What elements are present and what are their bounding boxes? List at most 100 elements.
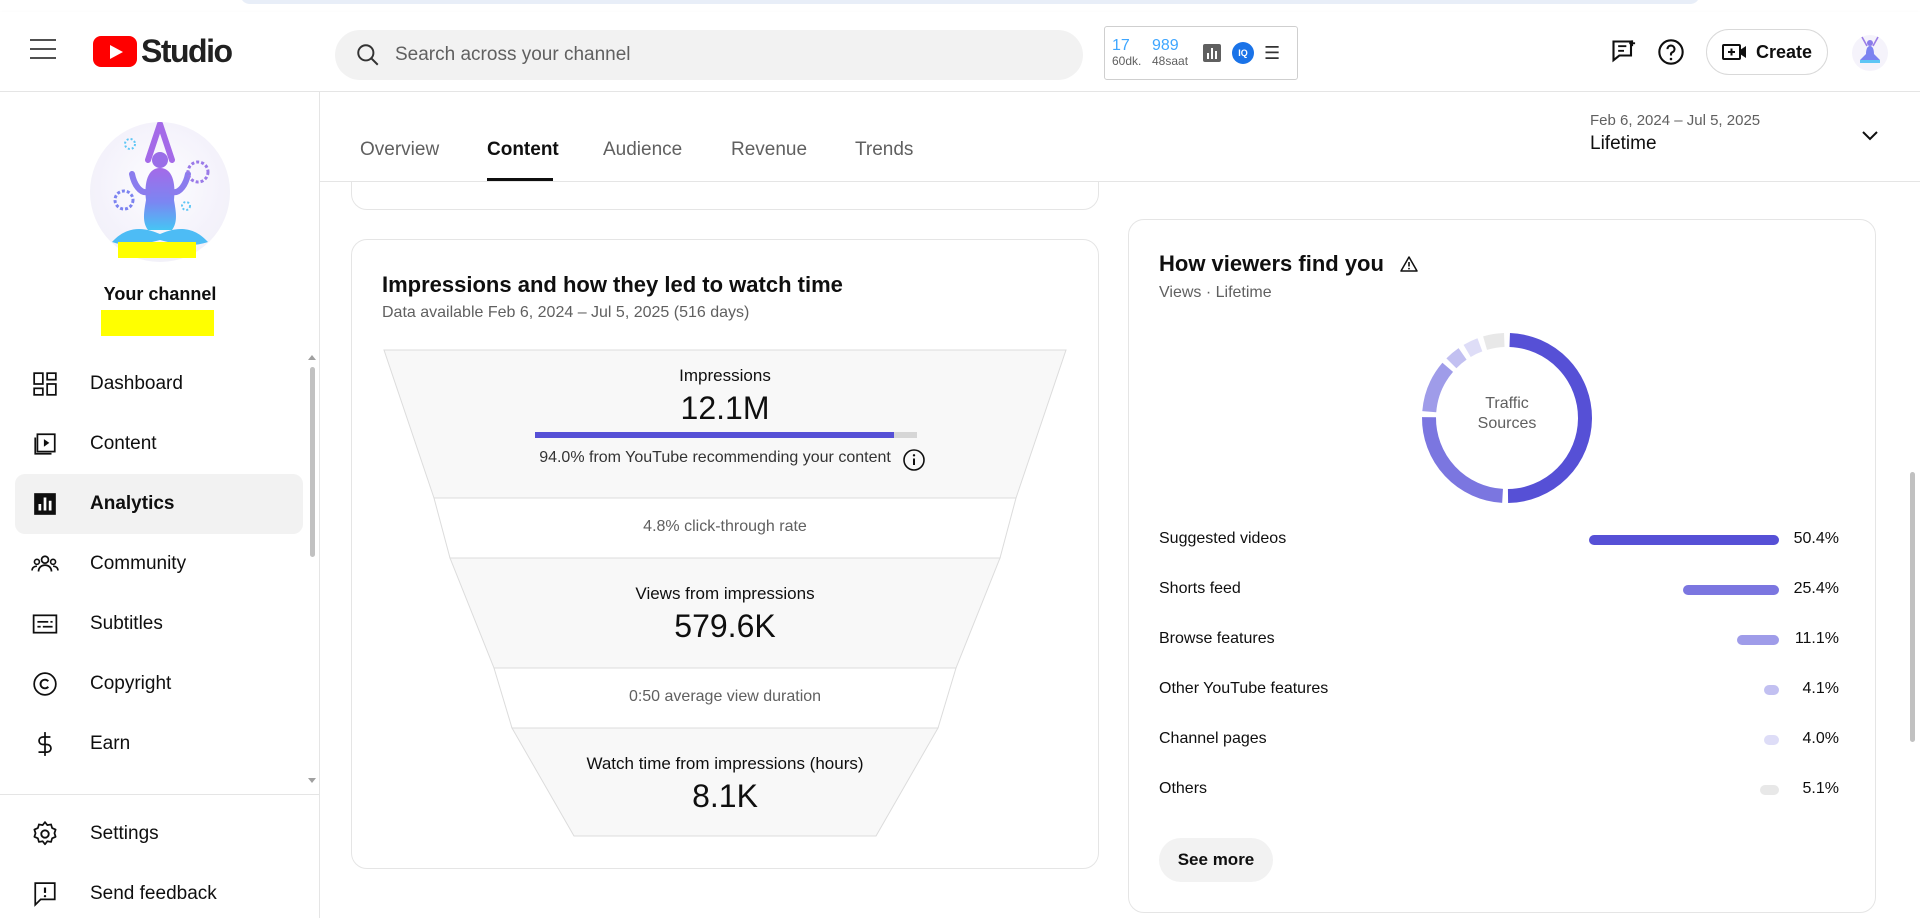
search-input[interactable] — [395, 44, 1035, 66]
sidebar-item-label: Content — [90, 433, 157, 454]
traffic-source-row[interactable]: Others 5.1% — [1159, 778, 1839, 802]
stats-widget[interactable]: 17 60dk. 989 48saat IQ ☰ — [1104, 26, 1298, 80]
traffic-source-name: Browse features — [1159, 630, 1275, 647]
sidebar-item-label: Settings — [90, 823, 159, 844]
donut-slice-5[interactable] — [1483, 333, 1505, 350]
subtitles-icon — [32, 614, 58, 634]
hamburger-menu-icon[interactable] — [30, 39, 56, 61]
search-bar[interactable] — [335, 30, 1083, 80]
stat-48h: 989 48saat — [1152, 37, 1202, 69]
ctr-block: 4.8% click-through rate — [382, 518, 1068, 536]
top-bar: Studio 17 60dk. 989 48saat IQ ☰ Create — [0, 12, 1920, 92]
sidebar-scroll-thumb[interactable] — [310, 367, 315, 557]
stat-60min: 17 60dk. — [1112, 37, 1152, 69]
stat-60min-value: 17 — [1112, 37, 1130, 54]
create-button[interactable]: Create — [1706, 29, 1828, 75]
sidebar-item-label: Earn — [90, 733, 131, 754]
chevron-down-icon — [1862, 131, 1878, 141]
traffic-source-name: Channel pages — [1159, 730, 1267, 747]
youtube-play-icon — [93, 35, 137, 67]
browser-tab-shadow — [240, 0, 1700, 4]
traffic-sources-card: How viewers find you Views · Lifetime Tr… — [1128, 219, 1876, 913]
watch-value: 8.1K — [692, 778, 758, 814]
ctr-text: 4.8% click-through rate — [643, 518, 807, 535]
traffic-sources-title-text: How viewers find you — [1159, 251, 1384, 276]
tab-trends[interactable]: Trends — [855, 139, 913, 161]
content-icon — [34, 433, 56, 455]
sidebar-bottom-nav: Settings Send feedback — [15, 804, 303, 924]
date-range-label: Lifetime — [1590, 133, 1657, 154]
sidebar-item-subtitles[interactable]: Subtitles — [15, 594, 303, 654]
sidebar-item-label: Subtitles — [90, 613, 163, 634]
traffic-source-percent: 50.4% — [1793, 530, 1839, 547]
tab-overview[interactable]: Overview — [360, 139, 439, 161]
sidebar-item-dashboard[interactable]: Dashboard — [15, 354, 303, 414]
studio-wordmark: Studio — [141, 32, 233, 69]
help-icon[interactable] — [1657, 38, 1685, 66]
recommend-progress-bar — [535, 432, 917, 438]
traffic-sources-subtitle: Views · Lifetime — [1159, 284, 1272, 301]
info-icon[interactable] — [902, 448, 926, 472]
traffic-source-row[interactable]: Other YouTube features 4.1% — [1159, 678, 1839, 702]
recommend-text-block: 94.0% from YouTube recommending your con… — [372, 449, 1058, 467]
dashboard-icon — [33, 372, 57, 396]
traffic-source-percent: 4.0% — [1802, 730, 1839, 747]
stat-60min-label: 60dk. — [1112, 54, 1142, 68]
avd-text: 0:50 average view duration — [628, 688, 822, 705]
scroll-down-arrow-icon[interactable] — [308, 778, 316, 784]
tab-audience[interactable]: Audience — [603, 139, 682, 161]
traffic-source-bar — [1759, 785, 1779, 795]
watch-block: Watch time from impressions (hours) 8.1K — [382, 754, 1068, 815]
views-label: Views from impressions — [635, 584, 815, 603]
sidebar-item-label: Analytics — [90, 493, 175, 514]
traffic-source-percent: 25.4% — [1793, 580, 1839, 597]
see-more-button[interactable]: See more — [1159, 838, 1273, 882]
channel-avatar[interactable] — [90, 122, 230, 262]
donut-slice-3[interactable] — [1446, 348, 1467, 369]
stat-48h-value: 989 — [1152, 37, 1179, 54]
views-value: 579.6K — [674, 608, 776, 644]
views-block: Views from impressions 579.6K — [382, 584, 1068, 645]
sidebar-item-earn[interactable]: Earn — [15, 714, 303, 774]
scroll-up-arrow-icon[interactable] — [308, 354, 316, 360]
sidebar-item-content[interactable]: Content — [15, 414, 303, 474]
analytics-main: Impressions and how they led to watch ti… — [320, 142, 1920, 918]
bar-chart-icon[interactable] — [1202, 43, 1222, 63]
sidebar-item-send-feedback[interactable]: Send feedback — [15, 864, 303, 924]
sidebar-item-community[interactable]: Community — [15, 534, 303, 594]
yoga-logo-image — [112, 122, 210, 246]
tab-revenue[interactable]: Revenue — [731, 139, 807, 161]
sidebar-item-settings[interactable]: Settings — [15, 804, 303, 864]
search-icon — [357, 44, 379, 66]
traffic-source-row[interactable]: Browse features 11.1% — [1159, 628, 1839, 652]
traffic-source-row[interactable]: Shorts feed 25.4% — [1159, 578, 1839, 602]
date-range-selector[interactable]: Feb 6, 2024 – Jul 5, 2025 Lifetime — [1590, 112, 1878, 155]
impressions-funnel: Impressions 12.1M 94.0% from YouTube rec… — [382, 348, 1068, 838]
widget-menu-icon[interactable]: ☰ — [1264, 43, 1280, 64]
iq-badge-icon[interactable]: IQ — [1232, 42, 1254, 64]
impressions-card-title: Impressions and how they led to watch ti… — [382, 272, 843, 297]
donut-slice-4[interactable] — [1463, 338, 1483, 358]
sidebar-item-analytics[interactable]: Analytics — [15, 474, 303, 534]
warning-icon[interactable] — [1400, 256, 1418, 272]
tab-content[interactable]: Content — [487, 139, 559, 161]
traffic-source-percent: 11.1% — [1794, 630, 1839, 647]
notifications-feed-icon[interactable] — [1610, 38, 1638, 66]
traffic-source-bar — [1589, 535, 1779, 545]
page-scroll-thumb[interactable] — [1910, 472, 1915, 742]
traffic-source-row[interactable]: Suggested videos 50.4% — [1159, 528, 1839, 552]
redacted-channel-name — [101, 310, 214, 336]
traffic-source-percent: 4.1% — [1802, 680, 1839, 697]
analytics-tabs: Overview Content Audience Revenue Trends… — [320, 92, 1920, 182]
account-avatar[interactable] — [1852, 34, 1888, 72]
traffic-source-name: Suggested videos — [1159, 530, 1287, 547]
traffic-source-name: Other YouTube features — [1159, 680, 1329, 697]
gear-icon — [33, 821, 57, 846]
donut-label-line-1: Traffic — [1485, 395, 1529, 412]
earn-icon — [38, 732, 52, 756]
studio-logo[interactable]: Studio — [93, 32, 233, 69]
create-button-label: Create — [1755, 41, 1813, 62]
sidebar-item-copyright[interactable]: Copyright — [15, 654, 303, 714]
traffic-source-row[interactable]: Channel pages 4.0% — [1159, 728, 1839, 752]
feedback-icon — [34, 882, 56, 907]
